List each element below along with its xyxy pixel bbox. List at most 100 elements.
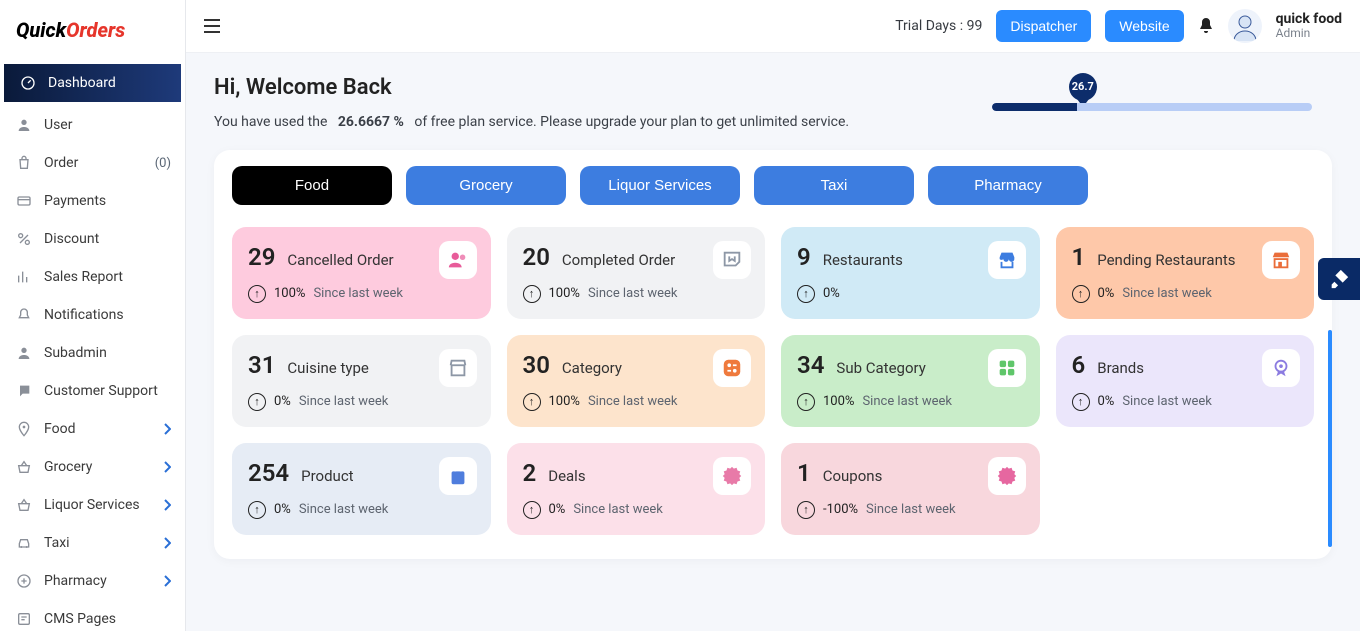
sidebar-item-label: User [44, 117, 72, 133]
card-icon [14, 191, 34, 211]
sidebar-item-order[interactable]: Order (0) [0, 144, 185, 182]
sidebar-item-label: Grocery [44, 459, 92, 475]
stat-value: 1 [797, 459, 811, 487]
stat-percent: 100% [823, 394, 854, 409]
dispatcher-button[interactable]: Dispatcher [996, 10, 1091, 42]
cms-icon [14, 609, 34, 629]
sidebar-item-label: Liquor Services [44, 497, 140, 513]
arrow-up-icon: ↑ [248, 393, 266, 411]
sidebar-item-discount[interactable]: Discount [0, 220, 185, 258]
sidebar-item-payments[interactable]: Payments [0, 182, 185, 220]
stat-label: Pending Restaurants [1097, 251, 1235, 269]
stat-percent: -100% [823, 502, 858, 517]
sidebar-badge: (0) [155, 156, 171, 171]
sidebar-item-grocery[interactable]: Grocery [0, 448, 185, 486]
stat-since: Since last week [1122, 286, 1212, 301]
menu-toggle-icon[interactable] [204, 19, 220, 33]
bell-icon [14, 305, 34, 325]
sidebar-item-label: Payments [44, 193, 106, 209]
stat-since: Since last week [299, 502, 389, 517]
stat-card-cancelled-order[interactable]: 29Cancelled Order↑100%Since last week [232, 227, 491, 319]
category-tabs: Food Grocery Liquor Services Taxi Pharmacy [232, 166, 1314, 205]
tab-pharmacy[interactable]: Pharmacy [928, 166, 1088, 205]
sidebar-item-subadmin[interactable]: Subadmin [0, 334, 185, 372]
trial-days: Trial Days : 99 [895, 18, 982, 34]
sidebar-item-user[interactable]: User [0, 106, 185, 144]
tab-liquor-services[interactable]: Liquor Services [580, 166, 740, 205]
stat-percent: 0% [823, 286, 840, 301]
sidebar-item-label: CMS Pages [44, 611, 116, 627]
stat-card-deals[interactable]: 2Deals↑0%Since last week [507, 443, 766, 535]
avatar[interactable] [1228, 9, 1262, 43]
stat-value: 1 [1072, 243, 1086, 271]
arrow-up-icon: ↑ [523, 393, 541, 411]
stat-percent: 0% [274, 394, 291, 409]
stat-value: 29 [248, 243, 275, 271]
trial-label: Trial Days : [895, 18, 963, 34]
stat-since: Since last week [866, 502, 956, 517]
arrow-up-icon: ↑ [523, 501, 541, 519]
pin-icon [14, 419, 34, 439]
stat-card-brands[interactable]: 6Brands↑0%Since last week [1056, 335, 1315, 427]
stat-percent: 0% [549, 502, 566, 517]
sidebar-item-customer-support[interactable]: Customer Support [0, 372, 185, 410]
stat-cards: 29Cancelled Order↑100%Since last week 20 C… [232, 227, 1314, 535]
tab-food[interactable]: Food [232, 166, 392, 205]
arrow-up-icon: ↑ [1072, 393, 1090, 411]
stat-label: Brands [1097, 359, 1144, 377]
logo-part2: Orders [66, 18, 125, 42]
bag-icon [14, 153, 34, 173]
sidebar-item-pharmacy[interactable]: Pharmacy [0, 562, 185, 600]
stat-since: Since last week [313, 286, 403, 301]
stat-card-pending-restaurants[interactable]: 1Pending Restaurants↑0%Since last week [1056, 227, 1315, 319]
chevron-right-icon [163, 499, 171, 511]
sidebar-item-label: Subadmin [44, 345, 107, 361]
stat-label: Product [301, 467, 353, 485]
stat-value: 20 [523, 243, 550, 271]
tray-icon [713, 241, 751, 279]
tab-taxi[interactable]: Taxi [754, 166, 914, 205]
stat-since: Since last week [588, 394, 678, 409]
sidebar-item-notifications[interactable]: Notifications [0, 296, 185, 334]
stat-since: Since last week [299, 394, 389, 409]
stat-card-category[interactable]: 30Category↑100%Since last week [507, 335, 766, 427]
stat-card-cuisine-type[interactable]: 31Cuisine type↑0%Since last week [232, 335, 491, 427]
sidebar-item-label: Order [44, 155, 78, 171]
sidebar-item-label: Discount [44, 231, 99, 247]
bell-icon[interactable] [1198, 17, 1214, 35]
website-button[interactable]: Website [1105, 10, 1183, 42]
sidebar-item-taxi[interactable]: Taxi [0, 524, 185, 562]
stat-card-coupons[interactable]: 1Coupons↑-100%Since last week [781, 443, 1040, 535]
sidebar-item-dashboard[interactable]: Dashboard [4, 64, 181, 102]
stat-card-sub-category[interactable]: 34Sub Category↑100%Since last week [781, 335, 1040, 427]
user-box[interactable]: quick food Admin [1276, 11, 1342, 41]
arrow-up-icon: ↑ [248, 501, 266, 519]
stat-card-completed-order[interactable]: 20Completed Order↑100%Since last week [507, 227, 766, 319]
stat-label: Completed Order [562, 251, 675, 269]
stat-since: Since last week [1122, 394, 1212, 409]
stat-value: 34 [797, 351, 824, 379]
sidebar-item-food[interactable]: Food [0, 410, 185, 448]
badge-icon [988, 457, 1026, 495]
stat-label: Category [562, 359, 622, 377]
arrow-up-icon: ↑ [523, 285, 541, 303]
sidebar-item-label: Pharmacy [44, 573, 107, 589]
sidebar-item-sales-report[interactable]: Sales Report [0, 258, 185, 296]
topbar: Trial Days : 99 Dispatcher Website quick… [186, 0, 1360, 53]
tab-grocery[interactable]: Grocery [406, 166, 566, 205]
user-name: quick food [1276, 11, 1342, 27]
arrow-up-icon: ↑ [1072, 285, 1090, 303]
stat-since: Since last week [862, 394, 952, 409]
arrow-up-icon: ↑ [248, 285, 266, 303]
stat-card-product[interactable]: 254Product↑0%Since last week [232, 443, 491, 535]
sidebar-item-cms-pages[interactable]: CMS Pages [0, 600, 185, 631]
usage-progress: 26.7 [992, 75, 1332, 111]
store-icon [988, 241, 1026, 279]
basket-icon [14, 495, 34, 515]
theme-brush-icon[interactable] [1318, 258, 1360, 300]
storefront-icon [1262, 241, 1300, 279]
sidebar-item-liquor-services[interactable]: Liquor Services [0, 486, 185, 524]
stat-card-restaurants[interactable]: 9Restaurants↑0% [781, 227, 1040, 319]
sidebar-nav: Dashboard User Order (0) Payments Discount Sal… [0, 60, 185, 631]
plus-circle-icon [14, 571, 34, 591]
